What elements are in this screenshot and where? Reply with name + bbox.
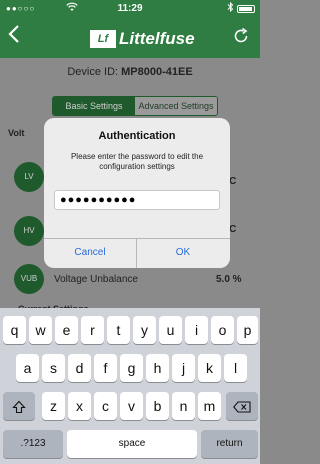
dialog-message: Please enter the password to edit the co… [70, 152, 204, 171]
return-key[interactable]: return [201, 430, 258, 458]
voltage-section-label: Volt [8, 128, 25, 138]
backspace-key[interactable] [226, 392, 258, 420]
key-h[interactable]: h [146, 354, 169, 382]
hv-badge[interactable]: HV [14, 216, 44, 246]
ok-button[interactable]: OK [137, 238, 229, 268]
key-d[interactable]: d [68, 354, 91, 382]
key-q[interactable]: q [3, 316, 26, 344]
shift-key[interactable] [3, 392, 35, 420]
bluetooth-icon [227, 1, 234, 15]
key-w[interactable]: w [29, 316, 52, 344]
key-g[interactable]: g [120, 354, 143, 382]
logo-mark-icon: Lf [90, 30, 116, 48]
key-o[interactable]: o [211, 316, 234, 344]
key-x[interactable]: x [68, 392, 91, 420]
logo-text: Littelfuse [119, 29, 195, 48]
device-id-label: Device ID: [67, 66, 122, 78]
key-v[interactable]: v [120, 392, 143, 420]
littelfuse-logo: Lf Littelfuse [90, 29, 195, 49]
vub-badge[interactable]: VUB [14, 264, 44, 294]
status-bar: ●●○○○ 11:29 [0, 0, 260, 18]
vub-value: 5.0 % [216, 274, 242, 285]
battery-icon [237, 5, 255, 13]
tab-advanced-settings[interactable]: Advanced Settings [135, 97, 217, 115]
key-e[interactable]: e [55, 316, 78, 344]
key-m[interactable]: m [198, 392, 221, 420]
vub-label: Voltage Unbalance [54, 274, 138, 285]
numbers-key[interactable]: .?123 [3, 430, 63, 458]
settings-tabs: Basic Settings Advanced Settings [52, 96, 218, 116]
password-field[interactable]: ●●●●●●●●●● [54, 190, 220, 210]
key-f[interactable]: f [94, 354, 117, 382]
dialog-title: Authentication [98, 130, 176, 142]
authentication-dialog: Authentication Please enter the password… [44, 118, 230, 268]
device-id: Device ID: MP8000-41EE [0, 66, 260, 78]
key-k[interactable]: k [198, 354, 221, 382]
lv-badge[interactable]: LV [14, 162, 44, 192]
key-n[interactable]: n [172, 392, 195, 420]
refresh-icon[interactable] [232, 27, 250, 49]
key-i[interactable]: i [185, 316, 208, 344]
tab-basic-settings[interactable]: Basic Settings [53, 97, 135, 115]
key-b[interactable]: b [146, 392, 169, 420]
key-p[interactable]: p [237, 316, 258, 344]
cancel-button[interactable]: Cancel [44, 238, 136, 268]
back-chevron-icon[interactable] [8, 24, 20, 49]
key-r[interactable]: r [81, 316, 104, 344]
key-j[interactable]: j [172, 354, 195, 382]
key-u[interactable]: u [159, 316, 182, 344]
key-t[interactable]: t [107, 316, 130, 344]
device-id-value: MP8000-41EE [121, 66, 193, 78]
backspace-icon [233, 398, 251, 414]
key-s[interactable]: s [42, 354, 65, 382]
key-z[interactable]: z [42, 392, 65, 420]
clock: 11:29 [117, 3, 143, 14]
keyboard: q w e r t y u i o p a s d f g h j k l z … [0, 308, 260, 464]
key-c[interactable]: c [94, 392, 117, 420]
key-y[interactable]: y [133, 316, 156, 344]
key-a[interactable]: a [16, 354, 39, 382]
space-key[interactable]: space [67, 430, 197, 458]
shift-arrow-icon [12, 398, 26, 414]
key-l[interactable]: l [224, 354, 247, 382]
nav-bar: Lf Littelfuse [0, 18, 260, 58]
